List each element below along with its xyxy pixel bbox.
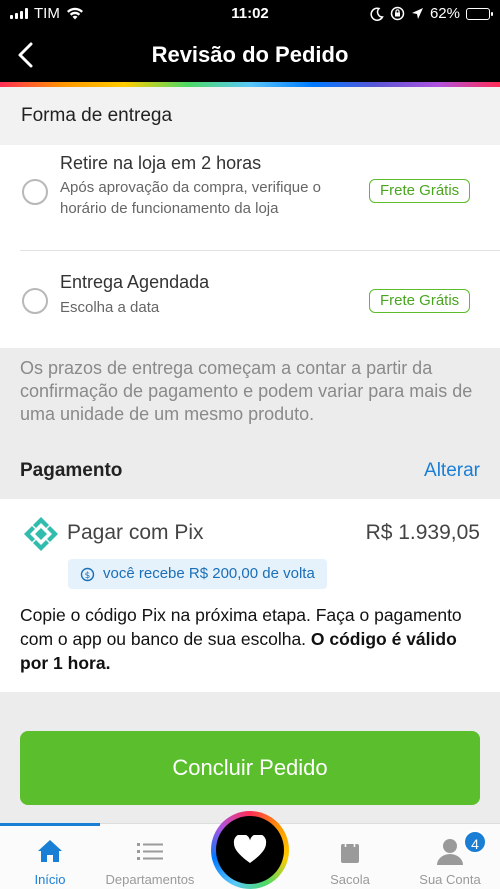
delivery-note: Os prazos de entrega começam a contar a … xyxy=(20,358,473,424)
account-notification-badge: 4 xyxy=(463,830,487,854)
tab-bag[interactable]: Sacola xyxy=(300,824,400,889)
battery-percent: 62% xyxy=(429,5,460,22)
tab-home-label: Início xyxy=(34,872,66,887)
scheduled-radio-button[interactable] xyxy=(22,288,48,314)
payment-section-title: Pagamento xyxy=(20,460,123,481)
scheduled-title: Entrega Agendada xyxy=(60,272,210,292)
cashback-badge: $ você recebe R$ 200,00 de volta xyxy=(68,559,327,589)
tab-departments[interactable]: Departamentos xyxy=(100,824,200,889)
pickup-description-line1: Após aprovação da compra, verifique o xyxy=(60,179,321,196)
order-total-price: R$ 1.939,05 xyxy=(365,521,480,544)
tab-account[interactable]: Sua Conta xyxy=(400,824,500,889)
bag-icon xyxy=(341,837,359,863)
status-bar: TIM 11:02 62% xyxy=(0,0,500,28)
location-icon xyxy=(411,8,423,19)
pickup-radio-button[interactable] xyxy=(22,179,48,205)
change-payment-link[interactable]: Alterar xyxy=(424,460,480,482)
svg-text:$: $ xyxy=(85,571,91,581)
scheduled-description: Escolha a data xyxy=(60,299,160,316)
tab-departments-label: Departamentos xyxy=(105,872,195,887)
heart-icon xyxy=(233,835,267,863)
payment-card: Pagar com Pix R$ 1.939,05 $ você recebe … xyxy=(0,499,500,692)
payment-header: Pagamento Alterar xyxy=(0,447,500,499)
rotation-lock-icon xyxy=(390,6,405,21)
tab-bag-label: Sacola xyxy=(330,872,370,887)
pickup-title: Retire na loja em 2 horas xyxy=(60,153,262,173)
delivery-option-pickup[interactable]: Retire na loja em 2 horas Após aprovação… xyxy=(0,145,500,250)
tab-home[interactable]: Início xyxy=(0,824,100,889)
page-title: Revisão do Pedido xyxy=(151,42,349,67)
home-icon xyxy=(38,840,62,862)
pix-logo-icon xyxy=(24,517,58,551)
favorites-button[interactable] xyxy=(211,811,289,889)
complete-order-button[interactable]: Concluir Pedido xyxy=(20,731,480,805)
pix-method-label: Pagar com Pix xyxy=(67,521,204,544)
delivery-section-title: Forma de entrega xyxy=(0,87,500,145)
list-icon xyxy=(137,843,163,860)
cashback-text: você recebe R$ 200,00 de volta xyxy=(103,565,315,582)
delivery-option-scheduled[interactable]: Entrega Agendada Escolha a data Frete Gr… xyxy=(20,250,500,348)
cashback-icon: $ xyxy=(80,567,95,581)
delivery-options: Retire na loja em 2 horas Após aprovação… xyxy=(0,145,500,348)
navigation-bar: Revisão do Pedido xyxy=(0,28,500,82)
free-shipping-badge: Frete Grátis xyxy=(369,179,471,203)
tab-account-label: Sua Conta xyxy=(419,872,481,887)
user-icon xyxy=(437,839,463,865)
pickup-description-line2: horário de funcionamento da loja xyxy=(60,200,279,217)
free-shipping-badge: Frete Grátis xyxy=(369,289,471,313)
pix-instructions: Copie o código Pix na próxima etapa. Faç… xyxy=(20,603,485,675)
moon-icon xyxy=(370,6,384,21)
battery-icon xyxy=(466,7,493,20)
